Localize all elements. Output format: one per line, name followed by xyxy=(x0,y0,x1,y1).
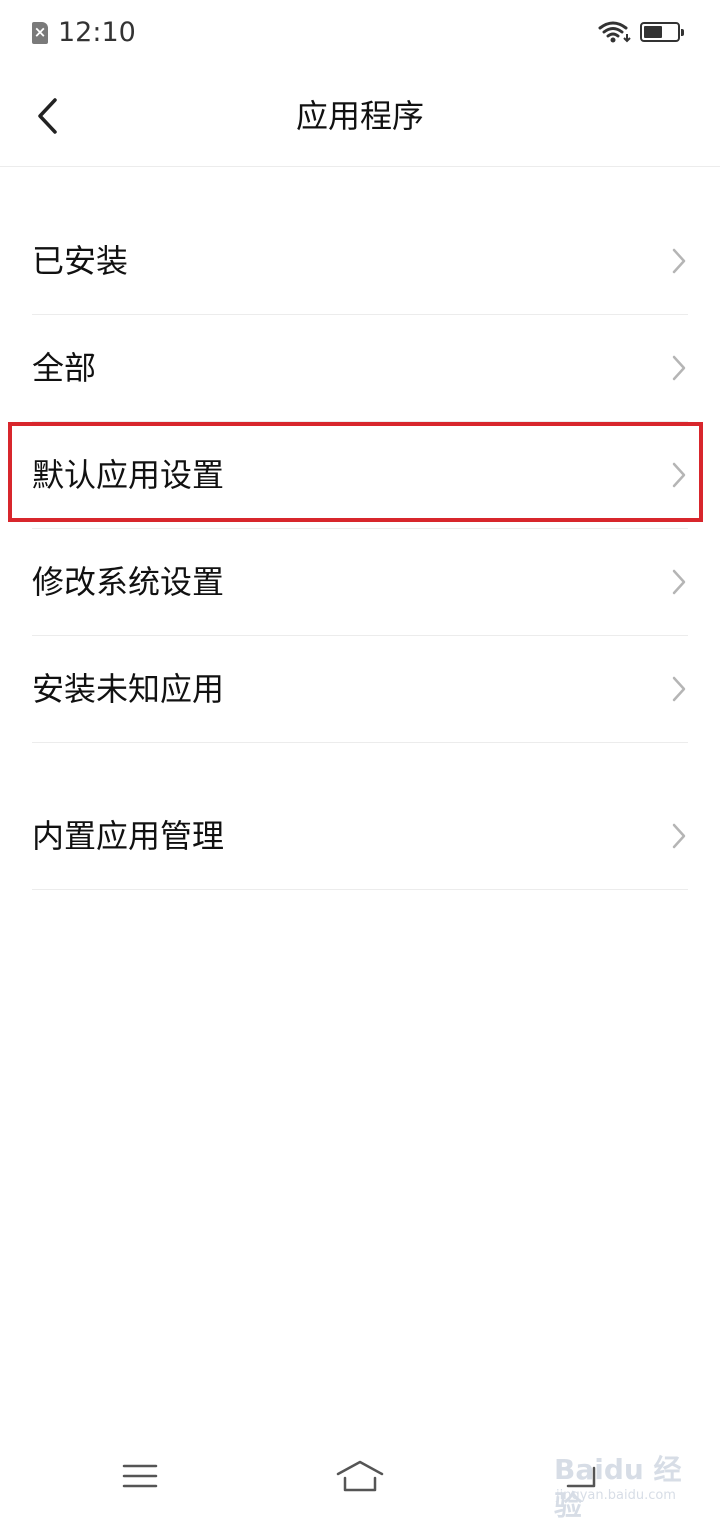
app-header: 应用程序 xyxy=(0,66,720,167)
chevron-right-icon xyxy=(672,355,686,381)
battery-level xyxy=(644,26,662,38)
list-item-label: 全部 xyxy=(32,349,97,387)
watermark: Baidu 经验 jingyan.baidu.com xyxy=(554,1452,704,1522)
list-item-label: 内置应用管理 xyxy=(32,817,225,855)
sim-error-icon xyxy=(32,22,48,44)
list-item-label: 修改系统设置 xyxy=(32,563,225,601)
chevron-right-icon xyxy=(672,569,686,595)
menu-icon[interactable] xyxy=(120,1462,160,1494)
wifi-icon xyxy=(598,20,632,48)
chevron-right-icon xyxy=(672,676,686,702)
settings-list: 已安装 全部 默认应用设置 修改系统设置 安装未知应用 内置应用管理 xyxy=(0,208,720,890)
list-item-label: 安装未知应用 xyxy=(32,670,225,708)
chevron-right-icon xyxy=(672,823,686,849)
list-item-modify-system-settings[interactable]: 修改系统设置 xyxy=(32,529,688,636)
battery-icon xyxy=(640,22,684,42)
list-item-label: 已安装 xyxy=(32,242,129,280)
status-time: 12:10 xyxy=(58,17,136,48)
chevron-right-icon xyxy=(672,248,686,274)
list-item-default-apps[interactable]: 默认应用设置 xyxy=(32,422,688,529)
status-bar: 12:10 xyxy=(0,0,720,66)
chevron-right-icon xyxy=(672,462,686,488)
watermark-url: jingyan.baidu.com xyxy=(556,1488,676,1503)
list-item-installed[interactable]: 已安装 xyxy=(32,208,688,315)
list-item-all[interactable]: 全部 xyxy=(32,315,688,422)
list-item-builtin-app-management[interactable]: 内置应用管理 xyxy=(32,783,688,890)
home-icon[interactable] xyxy=(334,1456,386,1500)
page-title: 应用程序 xyxy=(295,97,424,135)
list-item-install-unknown-apps[interactable]: 安装未知应用 xyxy=(32,636,688,743)
list-item-label: 默认应用设置 xyxy=(32,456,225,494)
